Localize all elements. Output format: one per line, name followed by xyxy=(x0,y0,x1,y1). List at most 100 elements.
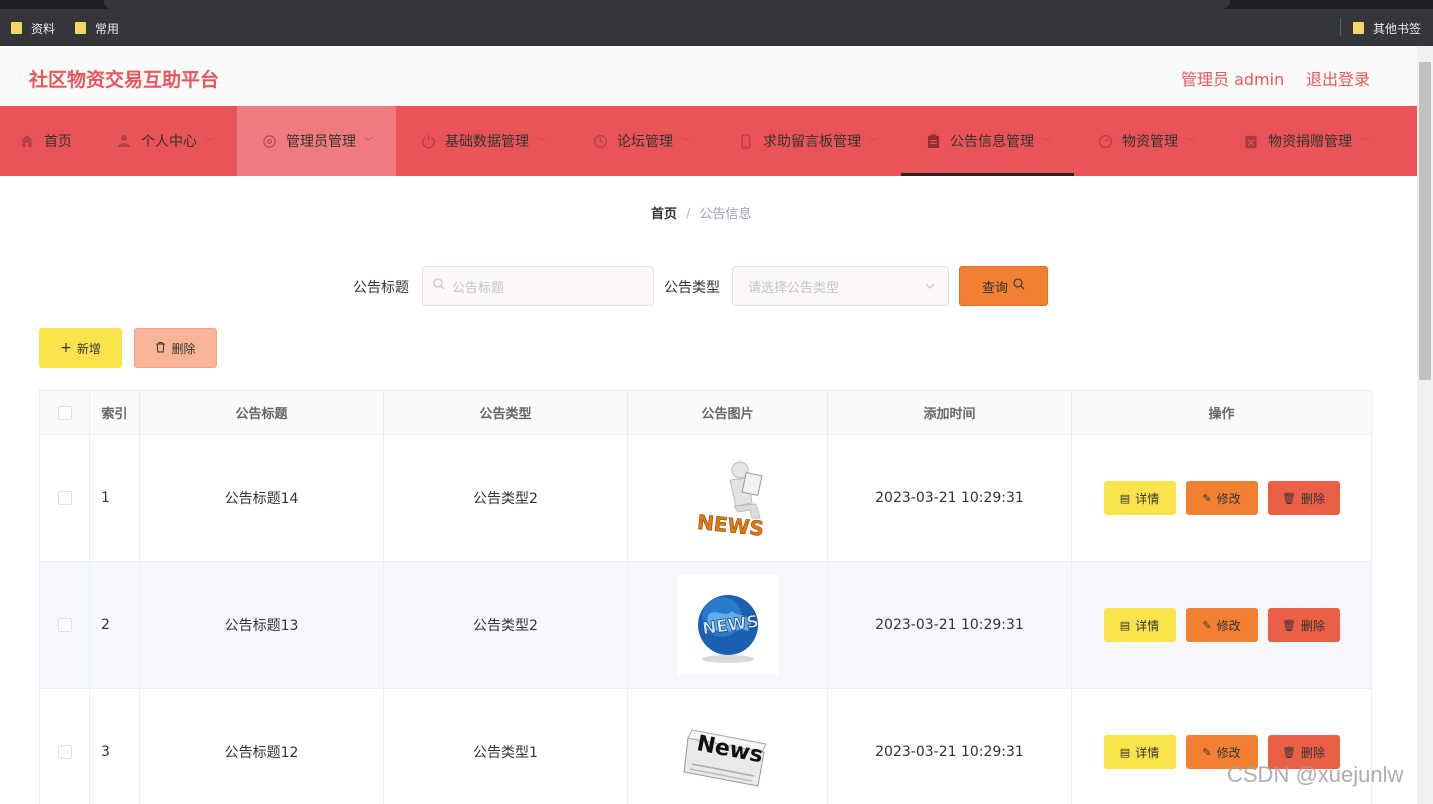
document-icon: ▤ xyxy=(1119,618,1131,632)
row-image-cell: NEWS xyxy=(628,435,828,561)
nav-label: 求助留言板管理 xyxy=(763,134,861,150)
logout-link[interactable]: 退出登录 xyxy=(1306,66,1370,90)
title-search-input[interactable]: 公告标题 xyxy=(422,266,654,306)
type-filter-label: 公告类型 xyxy=(664,280,720,296)
nav-label: 论坛管理 xyxy=(617,134,673,150)
row-checkbox[interactable] xyxy=(57,745,72,759)
breadcrumb-home[interactable]: 首页 xyxy=(651,207,677,222)
trash-icon: 🗑 xyxy=(1282,618,1296,632)
document-icon: ▤ xyxy=(1119,745,1131,759)
trash-icon: 🗑 xyxy=(1282,491,1296,505)
query-button[interactable]: 查询 xyxy=(959,266,1048,306)
bookmark-other[interactable]: 其他书签 xyxy=(1353,19,1421,37)
bookmark-label: 资料 xyxy=(31,21,56,36)
browser-tab-strip xyxy=(0,0,1433,9)
nav-basic-data-management[interactable]: 基础数据管理 ﹀ xyxy=(420,106,546,176)
column-header[interactable]: 索引 xyxy=(90,391,140,434)
column-header[interactable]: 公告类型 xyxy=(384,391,628,434)
pencil-icon: ✎ xyxy=(1202,618,1212,632)
chevron-down-icon: ﹀ xyxy=(537,137,547,148)
nav-forum-management[interactable]: 论坛管理 ﹀ xyxy=(592,106,690,176)
edit-label: 修改 xyxy=(1216,491,1241,506)
edit-button[interactable]: ✎ 修改 xyxy=(1185,608,1258,642)
select-all-checkbox[interactable] xyxy=(57,405,72,420)
main-nav: 首页 个人中心 ﹀ 管理员管理 ﹀ 基础数据管理 ﹀ 论坛管理 ﹀ 求助留言板管理 ﹀ 公… xyxy=(0,106,1417,176)
row-checkbox[interactable] xyxy=(57,618,72,632)
bookmark-ziliao[interactable]: 资料 xyxy=(11,19,55,37)
breadcrumb-current: 公告信息 xyxy=(699,207,752,222)
column-header[interactable]: 添加时间 xyxy=(828,391,1072,434)
site-title: 社区物资交易互助平台 xyxy=(29,69,220,91)
nav-material-management[interactable]: 物资管理 ﹀ xyxy=(1097,106,1195,176)
row-title: 公告标题13 xyxy=(140,562,384,688)
current-user: 管理员 admin xyxy=(1181,70,1285,89)
nav-label: 个人中心 xyxy=(141,134,197,150)
nav-label: 基础数据管理 xyxy=(445,134,529,150)
folder-icon xyxy=(75,22,86,34)
detail-button[interactable]: ▤ 详情 xyxy=(1103,481,1176,515)
chevron-down-icon xyxy=(924,280,936,296)
batch-delete-label: 删除 xyxy=(171,341,196,356)
breadcrumb: 首页 / 公告信息 xyxy=(651,203,751,222)
row-time: 2023-03-21 10:29:31 xyxy=(828,689,1072,804)
nav-personal-center[interactable]: 个人中心 ﹀ xyxy=(116,106,214,176)
notice-table: 索引 公告标题 公告类型 公告图片 添加时间 操作 1 公告标题14 公告类型2… xyxy=(39,390,1372,804)
watermark: CSDN @xuejunlw xyxy=(1227,762,1404,787)
clipboard-icon xyxy=(925,133,941,149)
row-title: 公告标题14 xyxy=(140,435,384,561)
newspaper-image[interactable]: News xyxy=(677,702,778,802)
address-bar[interactable] xyxy=(104,0,1230,9)
nav-label: 首页 xyxy=(44,134,72,150)
nav-donation-management[interactable]: 物资捐赠管理 ﹀ xyxy=(1243,106,1369,176)
title-filter-label: 公告标题 xyxy=(353,280,409,296)
chevron-down-icon: ﹀ xyxy=(364,137,374,148)
news-globe-image[interactable]: NEWS xyxy=(677,575,778,675)
bookmark-changyong[interactable]: 常用 xyxy=(75,19,119,37)
document-icon: ▤ xyxy=(1119,491,1131,505)
nav-label: 公告信息管理 xyxy=(950,134,1034,150)
type-select[interactable]: 请选择公告类型 xyxy=(732,266,949,306)
row-type: 公告类型2 xyxy=(384,562,628,688)
type-select-placeholder: 请选择公告类型 xyxy=(748,280,840,296)
row-type: 公告类型1 xyxy=(384,689,628,804)
gear-icon xyxy=(261,133,277,149)
chevron-down-icon: ﹀ xyxy=(205,137,215,148)
row-index: 3 xyxy=(90,689,140,804)
add-button[interactable]: + 新增 xyxy=(39,328,122,368)
detail-button[interactable]: ▤ 详情 xyxy=(1103,735,1176,769)
table-header: 索引 公告标题 公告类型 公告图片 添加时间 操作 xyxy=(40,391,1372,435)
bookmark-label: 常用 xyxy=(95,21,120,36)
news-man-image[interactable]: NEWS xyxy=(677,448,778,548)
delete-label: 删除 xyxy=(1300,745,1325,760)
edit-button[interactable]: ✎ 修改 xyxy=(1185,481,1258,515)
power-icon xyxy=(420,133,436,149)
nav-notice-management[interactable]: 公告信息管理 ﹀ xyxy=(925,106,1051,176)
batch-delete-button[interactable]: 删除 xyxy=(134,328,217,368)
row-select-cell xyxy=(40,689,90,804)
row-time: 2023-03-21 10:29:31 xyxy=(828,562,1072,688)
row-checkbox[interactable] xyxy=(57,491,72,505)
row-index: 1 xyxy=(90,435,140,561)
table-row: 1 公告标题14 公告类型2 NEWS 2023-03-21 10:29:31 … xyxy=(40,435,1372,562)
nav-home[interactable]: 首页 xyxy=(19,106,72,176)
row-title: 公告标题12 xyxy=(140,689,384,804)
delete-button[interactable]: 🗑 删除 xyxy=(1267,481,1340,515)
search-icon xyxy=(1013,278,1025,294)
scrollbar-thumb[interactable] xyxy=(1419,62,1431,380)
row-select-cell xyxy=(40,435,90,561)
table-row: 3 公告标题12 公告类型1 News 2023-03-21 10:29:31 … xyxy=(40,689,1372,804)
delete-label: 删除 xyxy=(1300,491,1325,506)
detail-label: 详情 xyxy=(1135,618,1160,633)
nav-admin-management[interactable]: 管理员管理 ﹀ xyxy=(237,106,396,176)
nav-label: 物资管理 xyxy=(1122,134,1178,150)
column-header[interactable]: 公告标题 xyxy=(140,391,384,434)
folder-icon xyxy=(1353,22,1364,34)
detail-label: 详情 xyxy=(1135,745,1160,760)
add-button-label: 新增 xyxy=(76,341,101,356)
app-header: 社区物资交易互助平台 管理员 admin 退出登录 xyxy=(0,46,1417,106)
delete-button[interactable]: 🗑 删除 xyxy=(1267,608,1340,642)
detail-button[interactable]: ▤ 详情 xyxy=(1103,608,1176,642)
user-icon xyxy=(116,133,132,149)
nav-help-board-management[interactable]: 求助留言板管理 ﹀ xyxy=(738,106,878,176)
home-icon xyxy=(19,133,35,149)
